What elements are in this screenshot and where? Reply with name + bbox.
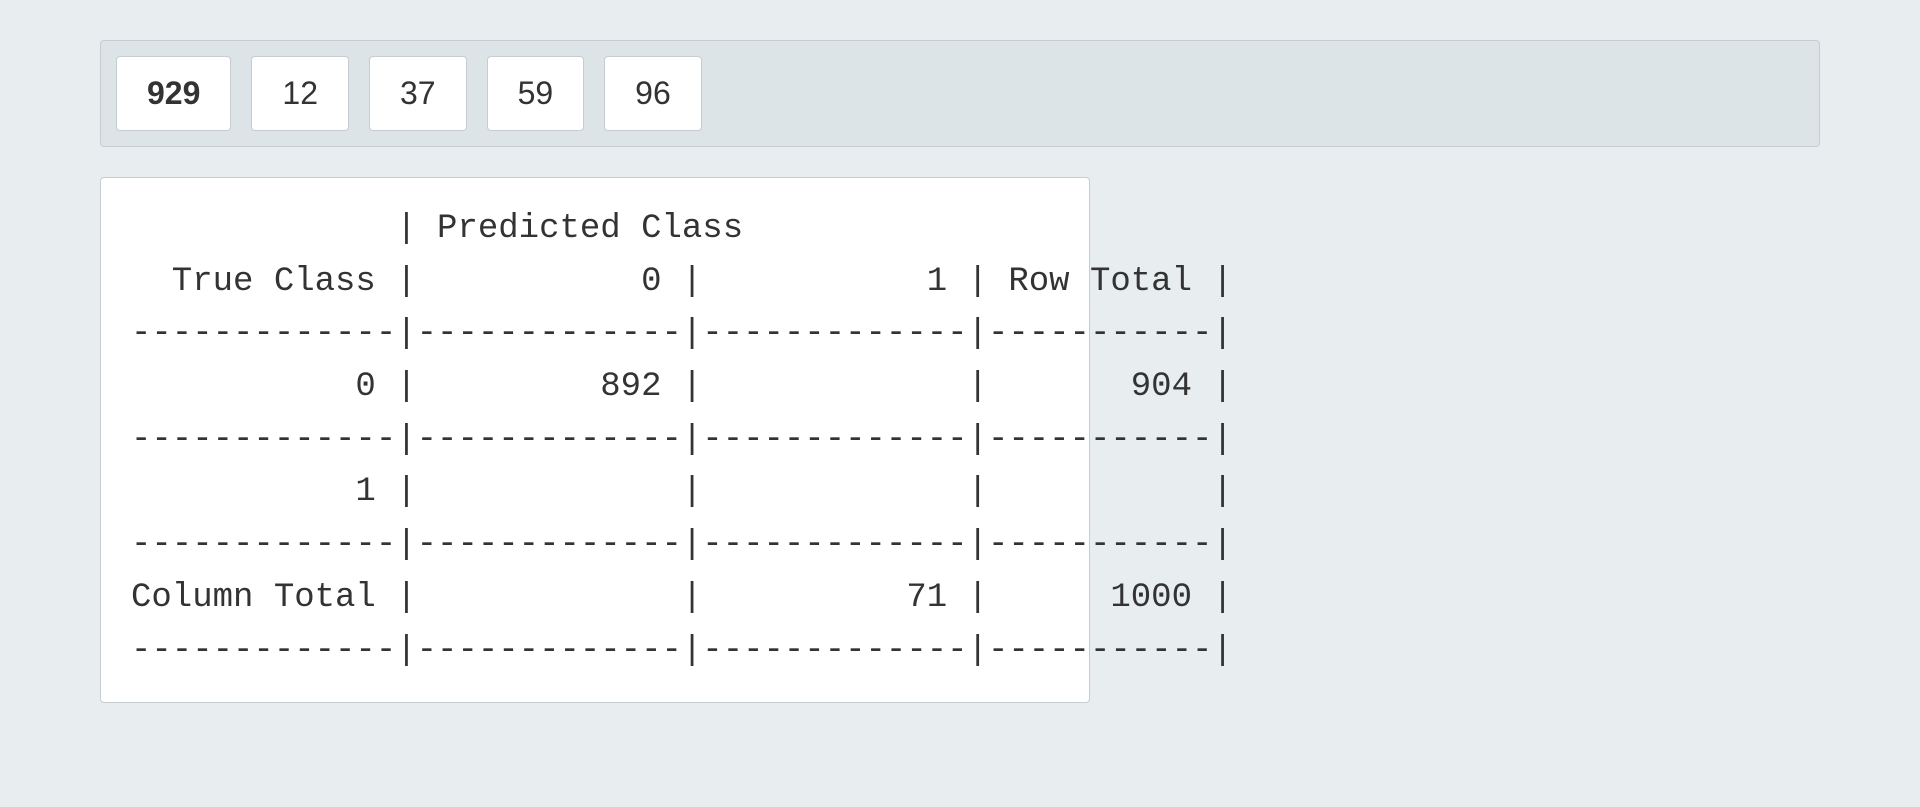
answer-box-4[interactable]: 59 bbox=[487, 56, 585, 131]
answer-box-5[interactable]: 96 bbox=[604, 56, 702, 131]
header-line: | Predicted Class bbox=[131, 210, 743, 248]
row-0: 0 | 892 | | 904 | bbox=[131, 368, 1233, 406]
quiz-container: 929 12 37 59 96 | Predicted Class True C… bbox=[100, 40, 1820, 703]
row-total: Column Total | | 71 | 1000 | bbox=[131, 579, 1233, 617]
sep-1: -------------|-------------|------------… bbox=[131, 315, 1233, 353]
output-panel: | Predicted Class True Class | 0 | 1 | R… bbox=[100, 177, 1090, 703]
answer-box-3[interactable]: 37 bbox=[369, 56, 467, 131]
sep-2: -------------|-------------|------------… bbox=[131, 421, 1233, 459]
answer-box-1[interactable]: 929 bbox=[116, 56, 231, 131]
sep-3: -------------|-------------|------------… bbox=[131, 526, 1233, 564]
sep-4: -------------|-------------|------------… bbox=[131, 632, 1233, 670]
confusion-matrix-text: | Predicted Class True Class | 0 | 1 | R… bbox=[131, 203, 1059, 677]
cols-line: True Class | 0 | 1 | Row Total | bbox=[131, 263, 1233, 301]
answer-strip: 929 12 37 59 96 bbox=[100, 40, 1820, 147]
answer-box-2[interactable]: 12 bbox=[251, 56, 349, 131]
row-1: 1 | | | | bbox=[131, 473, 1233, 511]
